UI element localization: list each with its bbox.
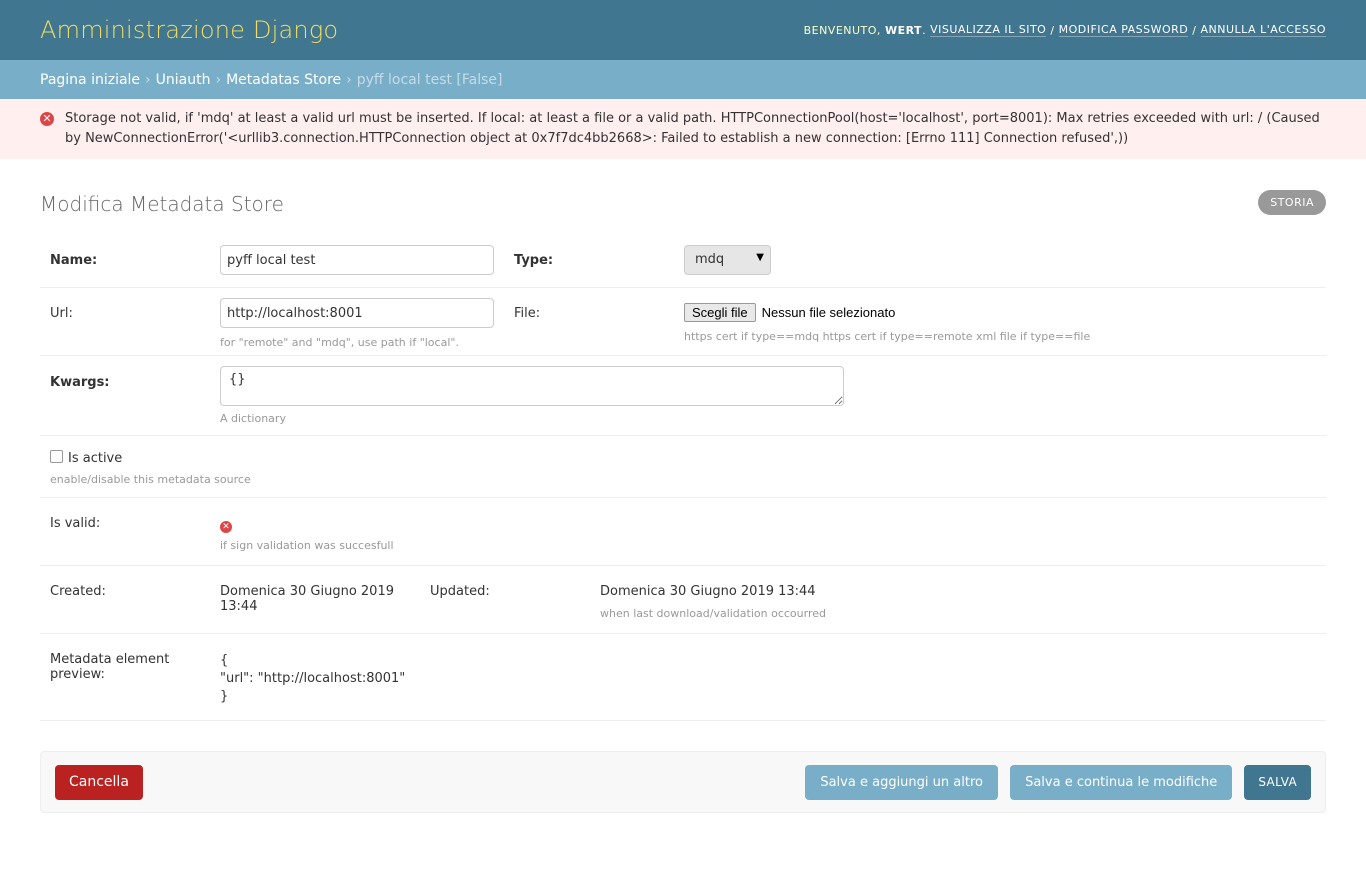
url-help: for "remote" and "mdq", use path if "loc… <box>220 336 459 349</box>
form-row-preview: Metadata element preview: { "url": "http… <box>40 634 1326 721</box>
breadcrumb-model[interactable]: Metadatas Store <box>226 72 341 88</box>
is-valid-label: Is valid: <box>50 516 101 531</box>
type-label: Type: <box>514 253 554 268</box>
is-active-label[interactable]: Is active <box>68 451 122 466</box>
breadcrumb-separator: › <box>346 71 352 88</box>
separator: / <box>1192 23 1197 37</box>
file-label: File: <box>514 306 541 321</box>
file-status: Nessun file selezionato <box>761 305 896 320</box>
error-text: Storage not valid, if 'mdq' at least a v… <box>65 111 1320 146</box>
breadcrumb-app[interactable]: Uniauth <box>156 72 211 88</box>
delete-button[interactable]: Cancella <box>55 764 143 800</box>
title-row: Modifica Metadata Store Storia <box>40 189 1326 216</box>
field-updated: Updated: Domenica 30 Giugno 2019 13:44 w… <box>430 576 826 620</box>
updated-label: Updated: <box>430 584 490 599</box>
save-and-add-button[interactable]: Salva e aggiungi un altro <box>805 764 998 800</box>
save-and-continue-button[interactable]: Salva e continua le modifiche <box>1010 764 1233 800</box>
field-name: Name: <box>50 245 514 275</box>
preview-value: { "url": "http://localhost:8001" } <box>220 644 405 706</box>
file-input: Scegli file Nessun file selezionato <box>684 298 895 322</box>
view-site-link[interactable]: Visualizza il sito <box>930 23 1047 37</box>
form-row-url-file: Url: for "remote" and "mdq", use path if… <box>40 288 1326 356</box>
error-message: ✕ Storage not valid, if 'mdq' at least a… <box>0 99 1366 159</box>
updated-field-box: Updated: Domenica 30 Giugno 2019 13:44 <box>430 576 826 599</box>
submit-row: Cancella Salva e aggiungi un altro Salva… <box>40 751 1326 813</box>
url-field-box: Url: <box>50 298 514 328</box>
field-type: Type: mdq ▼ <box>514 245 771 275</box>
type-select[interactable]: mdq ▼ <box>684 245 771 275</box>
kwargs-help: A dictionary <box>220 412 286 425</box>
kwargs-field-box: Kwargs: {} <box>50 366 1316 406</box>
separator: / <box>1050 23 1055 37</box>
site-brand[interactable]: Amministrazione Django <box>40 16 338 44</box>
page-title: Modifica Metadata Store <box>40 192 284 216</box>
file-help: https cert if type==mdq https cert if ty… <box>684 330 1091 343</box>
caret-down-icon: ▼ <box>756 252 764 263</box>
name-label: Name: <box>50 253 98 268</box>
breadcrumb: Pagina iniziale › Uniauth › Metadatas St… <box>0 60 1366 99</box>
kwargs-textarea[interactable]: {} <box>220 366 844 406</box>
breadcrumb-separator: › <box>145 71 151 88</box>
is-active-checkbox[interactable] <box>50 450 63 463</box>
breadcrumb-current: pyff local test [False] <box>356 71 503 88</box>
breadcrumb-separator: › <box>215 71 222 88</box>
form-row-name-type: Name: Type: mdq ▼ <box>40 235 1326 288</box>
preview-label: Metadata element preview: <box>50 652 170 682</box>
type-select-value: mdq <box>695 252 725 267</box>
change-form: Name: Type: mdq ▼ Url: for "remote" and … <box>40 235 1326 721</box>
is-active-field: Is active <box>50 450 1316 466</box>
user-tools: Benvenuto, wert. Visualizza il sito / Mo… <box>803 23 1326 37</box>
is-valid-help: if sign validation was succesfull <box>220 539 394 552</box>
save-buttons: Salva e aggiungi un altro Salva e contin… <box>797 764 1311 800</box>
preview-line: { <box>220 653 229 668</box>
updated-help: when last download/validation occourred <box>600 607 826 620</box>
main-content: Modifica Metadata Store Storia Name: Typ… <box>0 189 1366 813</box>
form-row-kwargs: Kwargs: {} A dictionary <box>40 356 1326 436</box>
choose-file-button[interactable]: Scegli file <box>684 303 756 322</box>
field-file: File: Scegli file Nessun file selezionato… <box>514 298 1090 343</box>
field-created: Created: Domenica 30 Giugno 2019 13:44 <box>50 576 430 614</box>
logout-link[interactable]: Annulla l'accesso <box>1200 23 1326 37</box>
name-input[interactable] <box>220 245 494 275</box>
error-icon: ✕ <box>40 112 54 126</box>
url-label: Url: <box>50 306 73 321</box>
created-label: Created: <box>50 584 106 599</box>
created-value: Domenica 30 Giugno 2019 13:44 <box>220 584 394 614</box>
form-row-dates: Created: Domenica 30 Giugno 2019 13:44 U… <box>40 566 1326 634</box>
form-row-is-active: Is active enable/disable this metadata s… <box>40 436 1326 498</box>
is-valid-value: ✕ if sign validation was succesfull <box>220 508 394 552</box>
preview-line: "url": "http://localhost:8001" <box>220 671 406 686</box>
file-field-box: File: Scegli file Nessun file selezionato <box>514 298 1090 322</box>
is-active-help: enable/disable this metadata source <box>50 473 251 486</box>
welcome-text: Benvenuto, <box>803 23 881 37</box>
breadcrumb-home[interactable]: Pagina iniziale <box>40 72 140 88</box>
kwargs-label: Kwargs: <box>50 375 110 390</box>
preview-line: } <box>220 689 229 704</box>
form-row-is-valid: Is valid: ✕ if sign validation was succe… <box>40 498 1326 566</box>
url-input[interactable] <box>220 298 494 328</box>
field-url: Url: for "remote" and "mdq", use path if… <box>50 298 514 349</box>
history-button[interactable]: Storia <box>1258 189 1326 215</box>
false-icon: ✕ <box>220 521 232 533</box>
site-header: Amministrazione Django Benvenuto, wert. … <box>0 0 1366 60</box>
username: wert <box>884 23 923 37</box>
updated-value: Domenica 30 Giugno 2019 13:44 <box>600 584 816 599</box>
save-button[interactable]: Salva <box>1244 764 1311 800</box>
change-password-link[interactable]: Modifica password <box>1058 23 1189 37</box>
